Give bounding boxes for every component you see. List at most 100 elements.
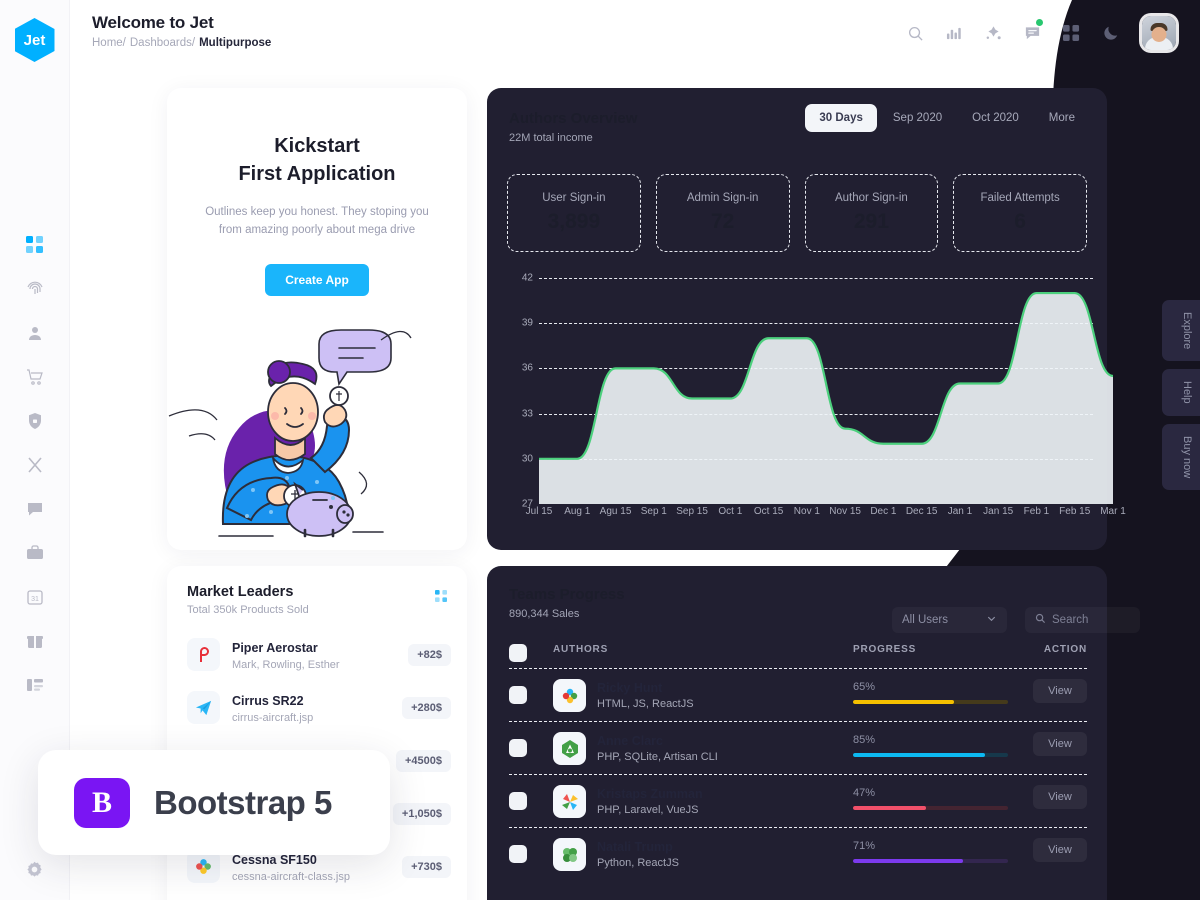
chart-x-tick: Jan 15 bbox=[983, 506, 1014, 517]
moon-icon[interactable] bbox=[1102, 24, 1120, 42]
stat-failed-attempts: Failed Attempts 6 bbox=[953, 174, 1087, 252]
savings-illustration bbox=[167, 312, 467, 542]
stat-label: Failed Attempts bbox=[980, 192, 1060, 204]
sidebar-item-projects[interactable] bbox=[18, 540, 52, 566]
grid-icon[interactable] bbox=[1063, 24, 1080, 42]
breadcrumb: Home/ Dashboards/ Multipurpose bbox=[92, 37, 271, 49]
stat-label: Admin Sign-in bbox=[686, 192, 759, 204]
chart-x-tick: Feb 15 bbox=[1059, 506, 1091, 517]
view-button[interactable]: View bbox=[1033, 732, 1087, 756]
chart-y-tick: 42 bbox=[521, 272, 533, 284]
sparkle-icon[interactable] bbox=[985, 25, 1002, 42]
chart-x-tick: Aug 1 bbox=[564, 506, 591, 517]
tab-more[interactable]: More bbox=[1035, 104, 1089, 132]
sidebar-item-calendar[interactable]: 31 bbox=[18, 584, 52, 610]
progress-percent: 47% bbox=[853, 787, 876, 799]
chart-x-tick: Jul 15 bbox=[525, 506, 553, 517]
flower-blue-icon bbox=[553, 679, 586, 712]
list-item-amount: +82$ bbox=[408, 643, 451, 666]
svg-text:31: 31 bbox=[31, 596, 39, 603]
sidebar-item-messages[interactable] bbox=[18, 496, 52, 522]
telegram-icon bbox=[187, 691, 220, 724]
sidebar-item-layouts[interactable] bbox=[18, 672, 52, 698]
chart-series bbox=[539, 291, 1113, 504]
stat-author-signin: Author Sign-in 291 bbox=[804, 174, 939, 252]
avatar[interactable] bbox=[1142, 16, 1176, 50]
kickstart-title-line2: First Application bbox=[238, 163, 396, 185]
chart-x-tick: Mar 1 bbox=[1100, 506, 1126, 517]
select-all-checkbox[interactable] bbox=[509, 644, 527, 662]
list-item[interactable]: Cirrus SR22 cirrus-aircraft.jsp +280$ bbox=[187, 681, 451, 734]
app-logo[interactable]: Jet bbox=[14, 18, 55, 62]
table-row[interactable]: Natali Trump Python, ReactJS 71% View bbox=[509, 827, 1087, 880]
author-skills: Python, ReactJS bbox=[597, 857, 679, 869]
teams-title: Teams Progress bbox=[509, 586, 625, 603]
kickstart-title: Kickstart First Application bbox=[167, 132, 467, 188]
authors-range-tabs: 30 Days Sep 2020 Oct 2020 More bbox=[805, 104, 1089, 132]
author-name: Ricky Hunt bbox=[597, 681, 663, 695]
market-subtitle: Total 350k Products Sold bbox=[187, 604, 309, 616]
bar-chart-icon[interactable] bbox=[946, 25, 963, 42]
list-item-amount: +280$ bbox=[402, 696, 451, 719]
column-authors: AUTHORS bbox=[553, 644, 609, 655]
row-checkbox[interactable] bbox=[509, 792, 527, 810]
breadcrumb-item-dashboards[interactable]: Dashboards/ bbox=[130, 37, 195, 49]
chart-x-axis: Jul 15 Aug 1 Agu 15 Sep 1 Sep 15 Oct 1 Oct 15 N… bbox=[526, 506, 1126, 520]
sidebar-item-gifts[interactable] bbox=[18, 628, 52, 654]
list-item-text: Cirrus SR22 cirrus-aircraft.jsp bbox=[232, 692, 313, 724]
table-row[interactable]: Kristaps Zumman PHP, Laravel, VueJS 47% Vie… bbox=[509, 774, 1087, 827]
tab-oct-2020[interactable]: Oct 2020 bbox=[958, 104, 1033, 132]
p-logo-icon bbox=[187, 638, 220, 671]
table-row[interactable]: Ricky Hunt HTML, JS, ReactJS 65% View bbox=[509, 668, 1087, 721]
breadcrumb-item-home[interactable]: Home/ bbox=[92, 37, 126, 49]
kickstart-card: Kickstart First Application Outlines kee… bbox=[167, 88, 467, 550]
list-item-amount: +1,050$ bbox=[392, 802, 451, 825]
sidebar-item-security[interactable] bbox=[18, 408, 52, 434]
view-button[interactable]: View bbox=[1033, 785, 1087, 809]
notification-dot bbox=[1036, 18, 1043, 26]
dots-grid-icon[interactable] bbox=[435, 590, 449, 609]
chevron-down-icon bbox=[986, 613, 997, 627]
list-item[interactable]: Piper Aerostar Mark, Rowling, Esther +82… bbox=[187, 628, 451, 681]
tab-30-days[interactable]: 30 Days bbox=[805, 104, 877, 132]
chart-x-tick: Nov 15 bbox=[829, 506, 861, 517]
sidebar-item-dashboard[interactable] bbox=[18, 232, 52, 258]
column-action: ACTION bbox=[1043, 644, 1087, 655]
sidebar-item-users[interactable] bbox=[18, 320, 52, 346]
view-button[interactable]: View bbox=[1033, 679, 1087, 703]
tab-sep-2020[interactable]: Sep 2020 bbox=[879, 104, 956, 132]
sidebar-item-fingerprint[interactable] bbox=[18, 276, 52, 302]
chart-x-tick: Agu 15 bbox=[599, 506, 632, 517]
user-filter-select[interactable]: All Users bbox=[892, 607, 1007, 633]
explore-tab[interactable]: Explore bbox=[1162, 300, 1200, 362]
chart-x-tick: Dec 1 bbox=[870, 506, 897, 517]
search-input[interactable]: Search bbox=[1025, 607, 1140, 633]
help-tab[interactable]: Help bbox=[1162, 369, 1200, 416]
sidebar-nav: 31 bbox=[18, 232, 52, 698]
chart-y-axis: 27 30 33 36 39 42 bbox=[507, 273, 539, 510]
row-checkbox[interactable] bbox=[509, 739, 527, 757]
view-button[interactable]: View bbox=[1033, 838, 1087, 862]
header-actions bbox=[907, 16, 1176, 50]
row-checkbox[interactable] bbox=[509, 845, 527, 863]
search-icon[interactable] bbox=[907, 25, 924, 42]
sidebar-item-tools[interactable] bbox=[18, 452, 52, 478]
stat-label: User Sign-in bbox=[542, 192, 606, 204]
create-app-button[interactable]: Create App bbox=[265, 263, 369, 296]
chat-icon[interactable] bbox=[1024, 18, 1043, 42]
leaf-green-icon bbox=[553, 732, 586, 765]
buy-now-tab[interactable]: Buy now bbox=[1162, 423, 1200, 491]
table-row[interactable]: Anne Clarc PHP, SQLite, Artisan CLI 85% Vie… bbox=[509, 721, 1087, 774]
sidebar-item-ecommerce[interactable] bbox=[18, 364, 52, 390]
chart-x-tick: Jan 1 bbox=[947, 506, 973, 517]
progress-percent: 71% bbox=[853, 840, 876, 852]
chart-x-tick: Feb 1 bbox=[1023, 506, 1050, 517]
chart-x-tick: Dec 15 bbox=[905, 506, 938, 517]
chart-x-tick: Sep 15 bbox=[676, 506, 708, 517]
sidebar-item-settings[interactable] bbox=[18, 856, 52, 882]
progress-bar bbox=[853, 806, 1008, 810]
list-item-name: Cirrus SR22 bbox=[232, 693, 304, 708]
row-checkbox[interactable] bbox=[509, 686, 527, 704]
column-progress: PROGRESS bbox=[853, 644, 917, 655]
stat-value: 291 bbox=[853, 210, 889, 233]
